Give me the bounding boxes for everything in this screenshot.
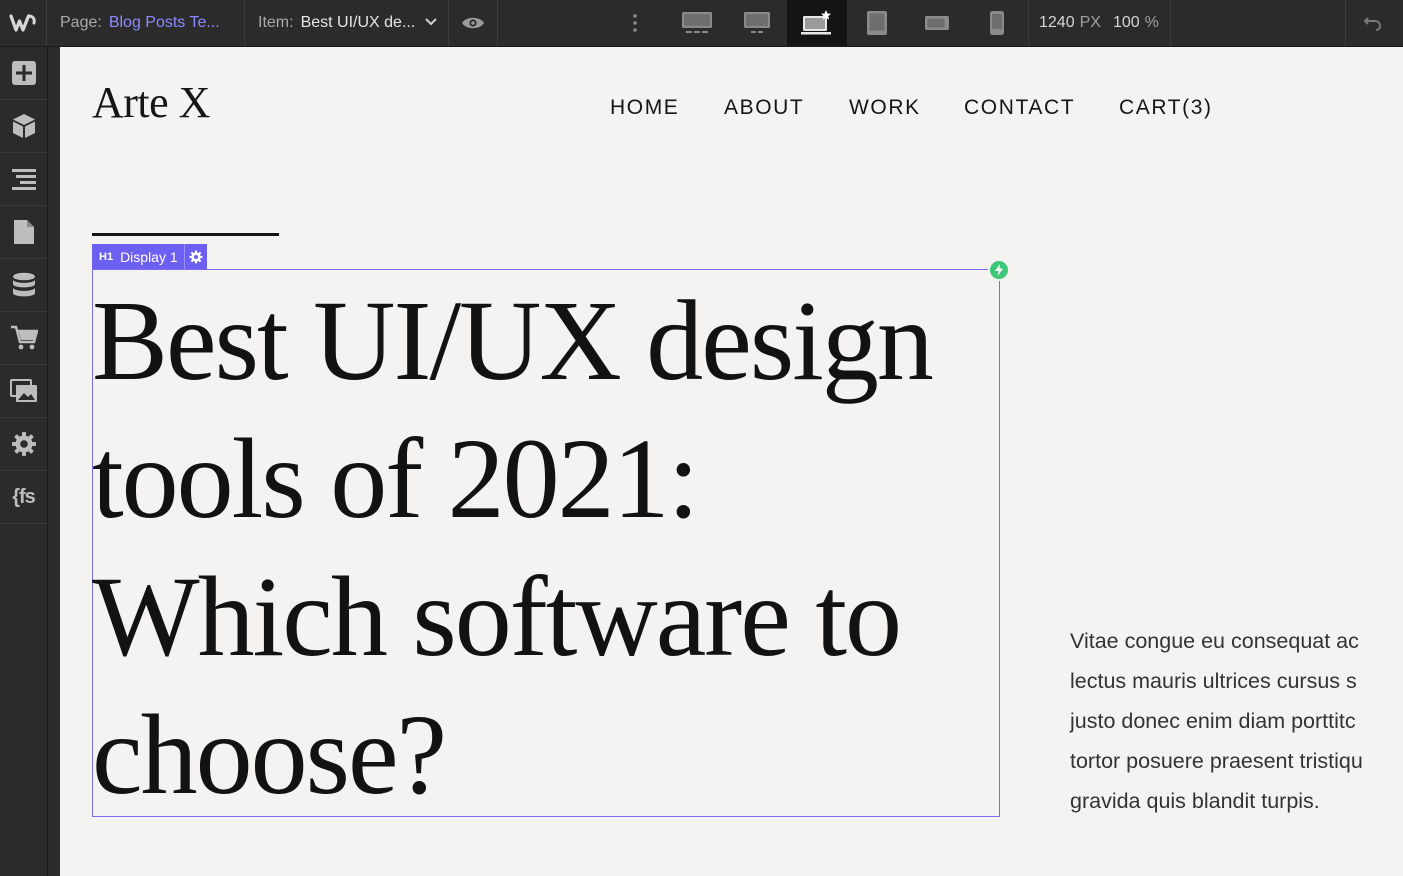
webflow-logo-icon bbox=[9, 14, 36, 32]
breakpoint-mobile-landscape[interactable] bbox=[907, 0, 967, 46]
element-settings-button[interactable] bbox=[183, 244, 207, 269]
element-class-tag[interactable]: H1 Display 1 bbox=[92, 244, 184, 269]
zoom-unit: % bbox=[1144, 14, 1159, 31]
more-options-button[interactable] bbox=[620, 0, 650, 46]
cube-icon bbox=[12, 114, 35, 138]
paragraph-line: justo donec enim diam porttitc bbox=[1070, 709, 1356, 733]
components-button[interactable] bbox=[0, 100, 47, 153]
desktop-base-icon bbox=[801, 10, 831, 35]
desktop-xl-icon bbox=[744, 12, 770, 33]
undo-button[interactable] bbox=[1356, 0, 1390, 46]
paragraph-line: tortor posuere praesent tristiqu bbox=[1070, 749, 1363, 773]
designer-topbar: Page: Blog Posts Te... Item: Best UI/UX … bbox=[0, 0, 1403, 47]
page-selector-label: Page: bbox=[60, 14, 102, 31]
cms-button[interactable] bbox=[0, 259, 47, 312]
pages-button[interactable] bbox=[0, 206, 47, 259]
paragraph-line: gravida quis blandit turpis. bbox=[1070, 789, 1320, 813]
item-selector-value: Best UI/UX de... bbox=[300, 14, 416, 31]
gear-icon bbox=[11, 432, 36, 456]
breakpoint-desktop-base[interactable] bbox=[787, 0, 847, 46]
zoom-value: 100 bbox=[1112, 14, 1140, 31]
breakpoint-tablet[interactable] bbox=[847, 0, 907, 46]
post-headline[interactable]: Best UI/UX design tools of 2021: Which s… bbox=[92, 272, 1012, 824]
headline-line: Best UI/UX design bbox=[92, 277, 934, 404]
nav-link-about[interactable]: ABOUT bbox=[724, 96, 804, 120]
page-selector[interactable]: Page: Blog Posts Te... bbox=[47, 0, 244, 46]
site-brand-logo[interactable]: Arte X bbox=[92, 77, 210, 128]
headline-line: choose? bbox=[92, 691, 447, 818]
undo-icon bbox=[1363, 17, 1382, 31]
element-tag-type: H1 bbox=[99, 250, 114, 263]
post-intro-paragraph[interactable]: Vitae congue eu consequat ac lectus maur… bbox=[1070, 621, 1403, 821]
canvas-dimensions: 1240 PX 100 % bbox=[1029, 0, 1170, 46]
canvas-width-value: 1240 bbox=[1039, 14, 1075, 31]
breakpoint-desktop-xxl[interactable] bbox=[667, 0, 727, 46]
desktop-xxl-icon bbox=[682, 12, 712, 33]
canvas-width-unit: PX bbox=[1079, 14, 1101, 31]
page-selector-value: Blog Posts Te... bbox=[108, 14, 220, 31]
paragraph-line: Vitae congue eu consequat ac bbox=[1070, 629, 1359, 653]
eye-icon bbox=[462, 17, 484, 29]
item-selector-label: Item: bbox=[258, 14, 294, 31]
lightning-bolt-icon bbox=[995, 264, 1003, 276]
mobile-landscape-icon bbox=[925, 16, 949, 30]
heading-divider-line bbox=[92, 233, 279, 236]
interactions-badge[interactable] bbox=[988, 259, 1010, 281]
cms-item-selector[interactable]: Item: Best UI/UX de... bbox=[245, 0, 448, 46]
nav-link-home[interactable]: HOME bbox=[610, 96, 679, 120]
tablet-icon bbox=[867, 11, 887, 35]
webflow-logo[interactable] bbox=[0, 0, 47, 46]
preview-button[interactable] bbox=[449, 0, 497, 46]
gear-icon bbox=[189, 250, 203, 263]
add-elements-button[interactable] bbox=[0, 47, 47, 100]
navigator-icon bbox=[11, 169, 36, 190]
finsweet-label: {fs bbox=[12, 485, 36, 508]
database-icon bbox=[12, 272, 35, 297]
design-canvas[interactable]: Arte X HOME ABOUT WORK CONTACT CART(3) H… bbox=[60, 47, 1403, 876]
element-selection-label[interactable]: H1 Display 1 bbox=[92, 244, 207, 269]
settings-button[interactable] bbox=[0, 418, 47, 471]
paragraph-line: lectus mauris ultrices cursus s bbox=[1070, 669, 1357, 693]
divider bbox=[1345, 0, 1346, 46]
nav-link-contact[interactable]: CONTACT bbox=[964, 96, 1075, 120]
designer-left-toolbar: {fs bbox=[0, 47, 48, 876]
divider bbox=[497, 0, 498, 46]
navigator-button[interactable] bbox=[0, 153, 47, 206]
plus-square-icon bbox=[11, 61, 36, 85]
ecommerce-button[interactable] bbox=[0, 312, 47, 365]
headline-line: tools of 2021: bbox=[92, 415, 699, 542]
page-icon bbox=[13, 220, 34, 244]
breakpoint-desktop-xl[interactable] bbox=[727, 0, 787, 46]
element-class-name: Display 1 bbox=[120, 248, 178, 265]
assets-button[interactable] bbox=[0, 365, 47, 418]
mobile-portrait-icon bbox=[990, 11, 1004, 35]
cart-icon bbox=[10, 325, 38, 350]
nav-link-work[interactable]: WORK bbox=[849, 96, 921, 120]
headline-line: Which software to bbox=[92, 553, 902, 680]
chevron-down-icon bbox=[425, 18, 437, 26]
breakpoint-mobile-portrait[interactable] bbox=[967, 0, 1027, 46]
finsweet-extension-button[interactable]: {fs bbox=[0, 471, 47, 524]
divider bbox=[1170, 0, 1171, 46]
images-icon bbox=[9, 379, 37, 402]
nav-link-cart[interactable]: CART(3) bbox=[1119, 96, 1213, 120]
kebab-menu-icon bbox=[633, 14, 637, 32]
